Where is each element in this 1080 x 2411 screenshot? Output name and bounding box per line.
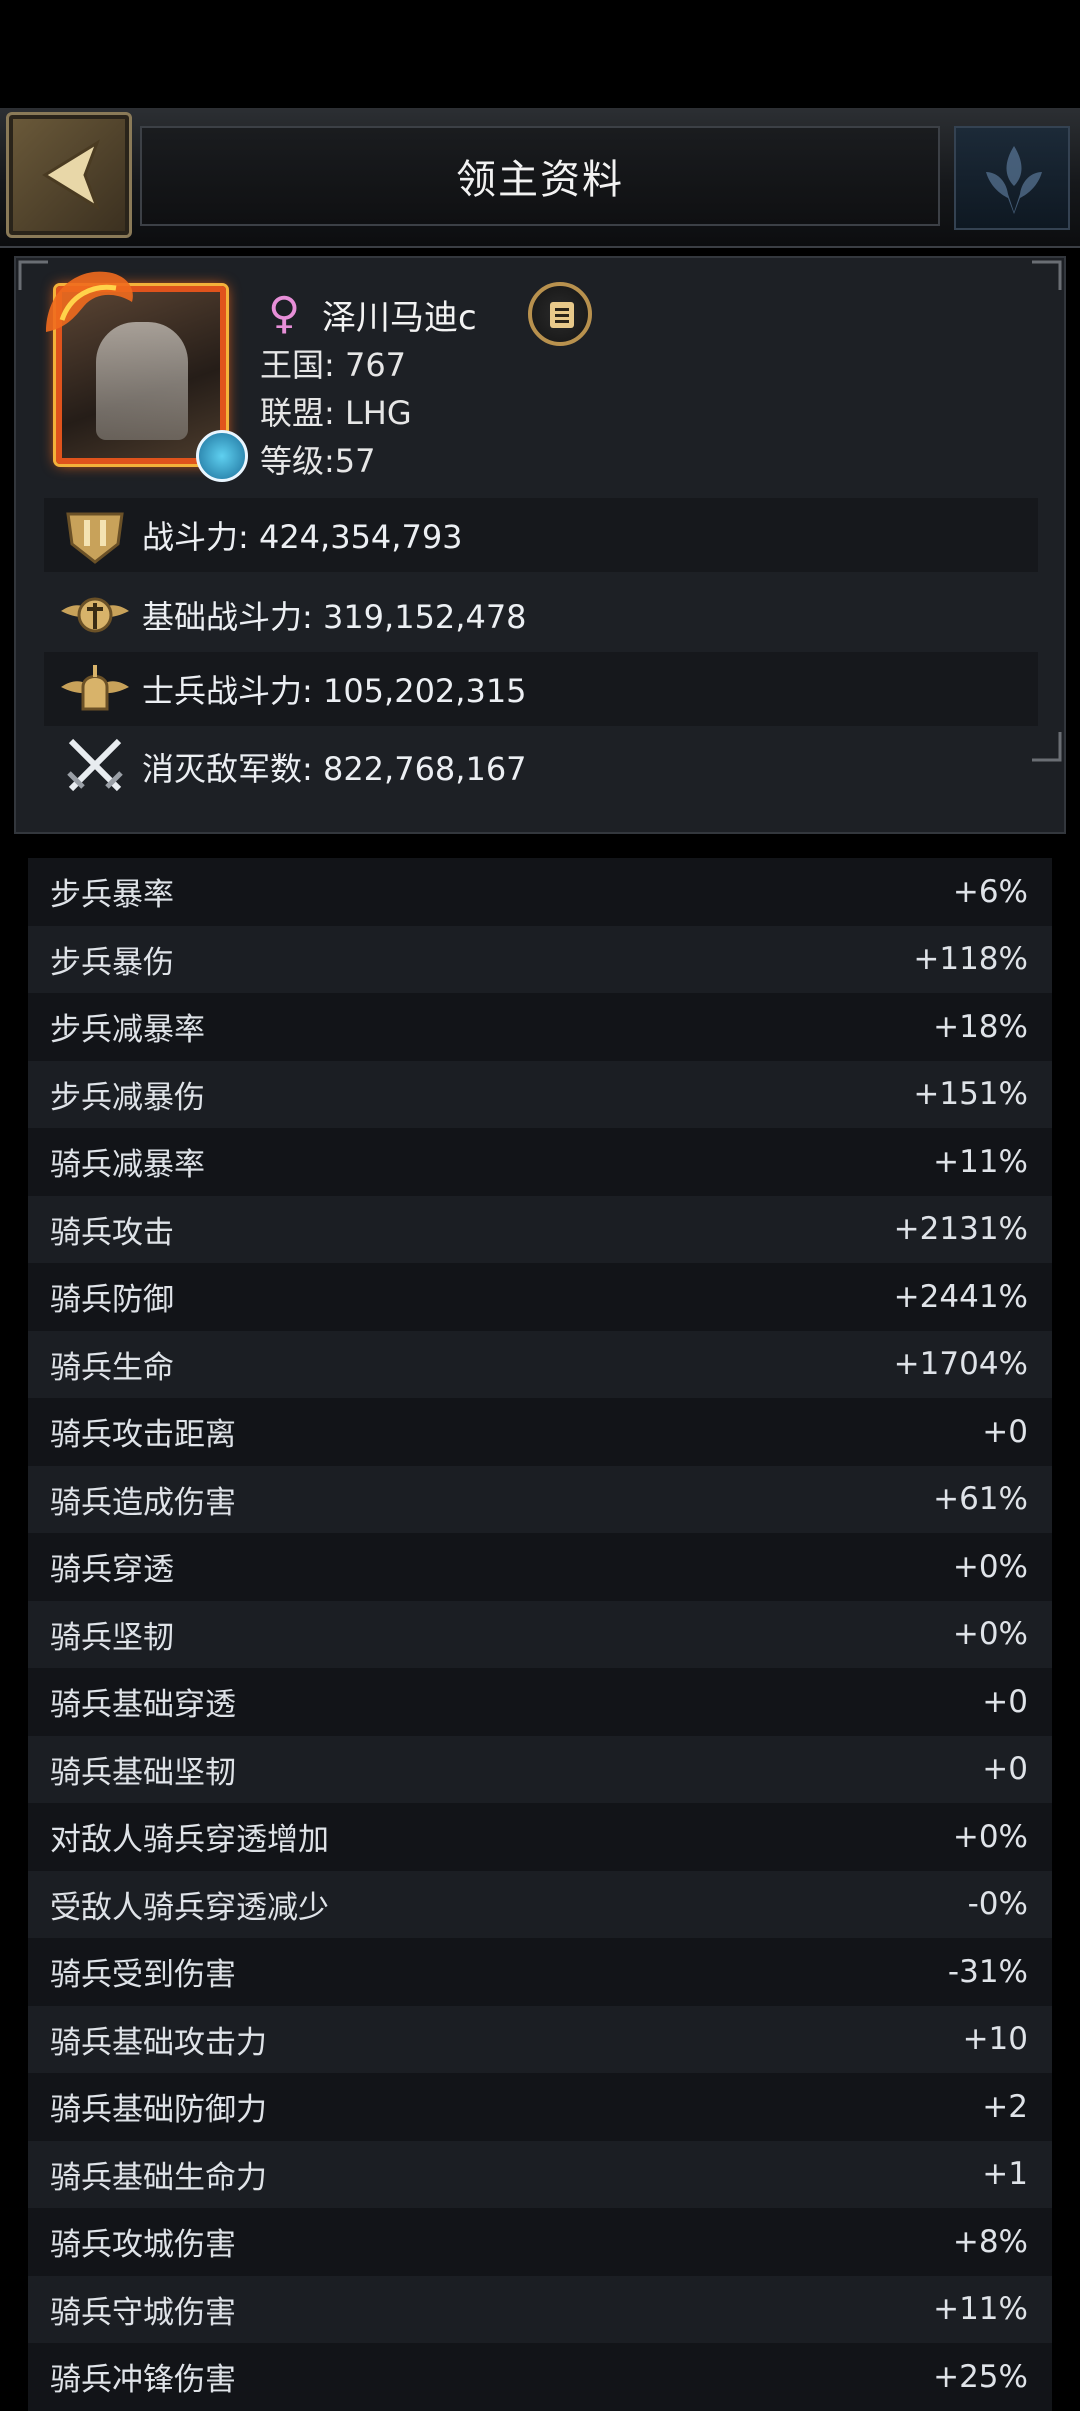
attribute-row: 骑兵基础生命力 +1: [28, 2140, 1052, 2208]
attribute-value: +1704%: [893, 1346, 1028, 1383]
attribute-label: 骑兵基础攻击力: [50, 2024, 267, 2061]
attribute-row: 步兵减暴率 +18%: [28, 993, 1052, 1061]
attribute-row: 骑兵穿透 +0%: [28, 1533, 1052, 1601]
attribute-label: 骑兵基础坚韧: [50, 1754, 236, 1791]
attribute-value: -31%: [947, 1953, 1028, 1990]
stat-text: 消灭敌军数: 822,768,167: [142, 750, 527, 788]
attribute-row: 骑兵减暴率 +11%: [28, 1128, 1052, 1196]
attribute-value: +0: [982, 1683, 1028, 1720]
attribute-value: +0: [982, 1751, 1028, 1788]
attribute-label: 骑兵攻击: [50, 1214, 174, 1251]
attribute-value: +10: [962, 2021, 1028, 2058]
lord-name: 泽川马迪c: [322, 298, 477, 338]
attribute-label: 受敌人骑兵穿透减少: [50, 1889, 329, 1926]
stat-text: 战斗力: 424,354,793: [142, 518, 463, 556]
attribute-label: 骑兵生命: [50, 1349, 174, 1386]
alliance-info: 联盟: LHG: [260, 394, 412, 432]
stat-text: 基础战斗力: 319,152,478: [142, 598, 527, 636]
back-button[interactable]: [6, 112, 132, 238]
fleur-emblem-icon: [986, 146, 1042, 214]
attribute-row: 骑兵守城伤害 +11%: [28, 2275, 1052, 2343]
attribute-row: 步兵暴率 +6%: [28, 858, 1052, 926]
attribute-value: +0: [982, 1413, 1028, 1450]
attribute-row: 骑兵基础坚韧 +0: [28, 1735, 1052, 1803]
attribute-label: 骑兵基础防御力: [50, 2092, 267, 2129]
attribute-label: 骑兵受到伤害: [50, 1957, 236, 1994]
attribute-row: 骑兵基础穿透 +0: [28, 1668, 1052, 1736]
attribute-value: +8%: [952, 2223, 1028, 2260]
attribute-label: 步兵暴伤: [50, 944, 174, 981]
attribute-label: 骑兵攻城伤害: [50, 2227, 236, 2264]
attribute-row: 骑兵攻击 +2131%: [28, 1195, 1052, 1263]
attribute-value: +2: [982, 2088, 1028, 2125]
attribute-label: 骑兵坚韧: [50, 1619, 174, 1656]
attribute-row: 骑兵生命 +1704%: [28, 1330, 1052, 1398]
back-arrow-icon: [42, 139, 100, 211]
attribute-row: 对敌人骑兵穿透增加 +0%: [28, 1803, 1052, 1871]
attribute-value: +11%: [933, 2291, 1028, 2328]
attribute-label: 骑兵穿透: [50, 1552, 174, 1589]
vip-badge-icon: [196, 430, 248, 482]
stat-row-power: 战斗力: 424,354,793: [44, 498, 1038, 572]
attribute-list[interactable]: 步兵暴率 +6% 步兵暴伤 +118% 步兵减暴率 +18% 步兵减暴伤 +151% 骑兵减暴率…: [28, 858, 1052, 2411]
attribute-value: +11%: [933, 1143, 1028, 1180]
attribute-value: +118%: [913, 941, 1028, 978]
status-bar-area: [0, 0, 1080, 108]
attribute-value: +0%: [952, 1818, 1028, 1855]
attribute-value: +6%: [952, 873, 1028, 910]
title-bar: 领主资料: [140, 126, 940, 226]
notes-button[interactable]: [528, 282, 592, 346]
power-shield-icon: [58, 498, 132, 572]
attribute-label: 步兵减暴伤: [50, 1079, 205, 1116]
attribute-label: 对敌人骑兵穿透增加: [50, 1822, 329, 1859]
attribute-value: +61%: [933, 1481, 1028, 1518]
attribute-row: 骑兵攻城伤害 +8%: [28, 2208, 1052, 2276]
attribute-label: 骑兵攻击距离: [50, 1417, 236, 1454]
attribute-row: 骑兵造成伤害 +61%: [28, 1465, 1052, 1533]
attribute-row: 骑兵受到伤害 -31%: [28, 1938, 1052, 2006]
attribute-row: 骑兵基础防御力 +2: [28, 2073, 1052, 2141]
attribute-row: 骑兵攻击距离 +0: [28, 1398, 1052, 1466]
document-icon: [550, 302, 574, 328]
attribute-row: 骑兵冲锋伤害 +25%: [28, 2343, 1052, 2411]
attribute-row: 步兵暴伤 +118%: [28, 925, 1052, 993]
attribute-label: 骑兵守城伤害: [50, 2294, 236, 2331]
attribute-label: 骑兵基础生命力: [50, 2159, 267, 2196]
attribute-label: 骑兵冲锋伤害: [50, 2362, 236, 2399]
attribute-value: +18%: [933, 1008, 1028, 1045]
attribute-value: +0%: [952, 1548, 1028, 1585]
attribute-value: +2441%: [893, 1278, 1028, 1315]
attribute-row: 骑兵基础攻击力 +10: [28, 2005, 1052, 2073]
stat-row-kills: 消灭敌军数: 822,768,167: [44, 730, 1038, 804]
attribute-label: 骑兵减暴率: [50, 1147, 205, 1184]
attribute-label: 步兵暴率: [50, 877, 174, 914]
level-info: 等级:57: [260, 442, 376, 480]
attribute-value: +0%: [952, 1616, 1028, 1653]
stat-row-soldier-power: 士兵战斗力: 105,202,315: [44, 652, 1038, 726]
kingdom-info: 王国: 767: [260, 346, 407, 384]
attribute-label: 骑兵防御: [50, 1282, 174, 1319]
attribute-label: 骑兵基础穿透: [50, 1687, 236, 1724]
attribute-row: 骑兵防御 +2441%: [28, 1263, 1052, 1331]
page-title: 领主资料: [456, 157, 624, 203]
stat-text: 士兵战斗力: 105,202,315: [142, 672, 527, 710]
soldier-helmet-icon: [58, 652, 132, 726]
attribute-value: +151%: [913, 1076, 1028, 1113]
attribute-row: 步兵减暴伤 +151%: [28, 1060, 1052, 1128]
base-power-emblem-icon: [58, 578, 132, 652]
attribute-value: -0%: [967, 1886, 1028, 1923]
female-gender-icon: ♀: [268, 288, 301, 339]
attribute-label: 骑兵造成伤害: [50, 1484, 236, 1521]
attribute-label: 步兵减暴率: [50, 1012, 205, 1049]
stat-row-base-power: 基础战斗力: 319,152,478: [44, 578, 1038, 652]
corner-ornament-icon: [1032, 260, 1062, 290]
attribute-value: +25%: [933, 2358, 1028, 2395]
attribute-row: 骑兵坚韧 +0%: [28, 1600, 1052, 1668]
dragon-frame-icon: [46, 271, 133, 332]
crossed-swords-icon: [58, 730, 132, 804]
settings-emblem-button[interactable]: [954, 126, 1070, 230]
attribute-value: +2131%: [893, 1211, 1028, 1248]
attribute-row: 受敌人骑兵穿透减少 -0%: [28, 1870, 1052, 1938]
attribute-value: +1: [982, 2156, 1028, 2193]
